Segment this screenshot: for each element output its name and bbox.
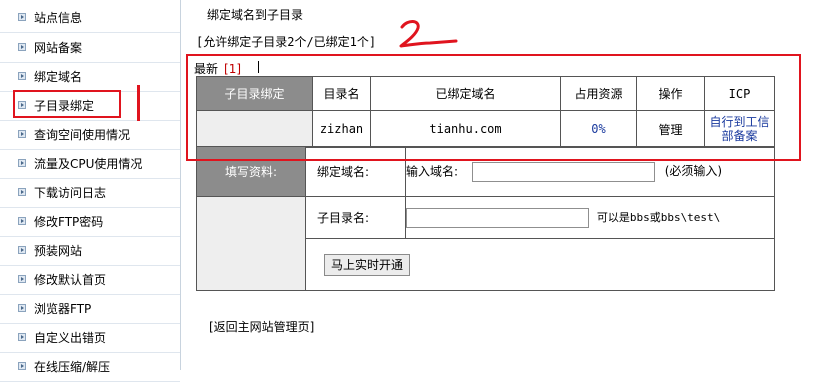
- sidebar-item-online-zip[interactable]: 在线压缩/解压: [0, 352, 180, 382]
- bullet-icon: [18, 130, 26, 138]
- domain-hint: (必须输入): [664, 164, 723, 178]
- domain-input[interactable]: [471, 161, 655, 182]
- red-highlight-box: [186, 54, 801, 161]
- form-left-empty: [196, 196, 306, 291]
- sidebar-item-label: 流量及CPU使用情况: [34, 157, 143, 171]
- bullet-icon: [18, 304, 26, 312]
- subdir-label: 子目录名:: [305, 196, 406, 239]
- sidebar-item-site-info[interactable]: 站点信息: [0, 3, 180, 33]
- sidebar-item-label: 预装网站: [34, 244, 83, 258]
- sidebar: 站点信息 网站备案 绑定域名 子目录绑定 查询空间使用情况 流量及CPU使用情况…: [0, 0, 181, 382]
- sidebar-item-label: 网站备案: [34, 41, 83, 55]
- form-row-subdir: 子目录名: 可以是bbs或bbs\test\: [196, 196, 775, 291]
- page-title: 绑定域名到子目录: [207, 8, 304, 22]
- sidebar-item-browser-ftp[interactable]: 浏览器FTP: [0, 294, 180, 324]
- subdir-input-cell: 可以是bbs或bbs\test\: [405, 196, 775, 239]
- sidebar-item-preinstall-site[interactable]: 预装网站: [0, 236, 180, 266]
- red-marker-line: [137, 85, 140, 121]
- bullet-icon: [18, 333, 26, 341]
- sidebar-item-label: 查询空间使用情况: [34, 128, 131, 142]
- bullet-icon: [18, 159, 26, 167]
- sidebar-item-label: 绑定域名: [34, 70, 83, 84]
- bullet-icon: [18, 275, 26, 283]
- domain-input-label: 输入域名:: [406, 164, 459, 178]
- sidebar-item-space-usage[interactable]: 查询空间使用情况: [0, 120, 180, 150]
- sidebar-item-ftp-password[interactable]: 修改FTP密码: [0, 207, 180, 237]
- sidebar-item-label: 修改默认首页: [34, 273, 107, 287]
- sidebar-item-label: 站点信息: [34, 11, 83, 25]
- sidebar-item-custom-error-page[interactable]: 自定义出错页: [0, 323, 180, 353]
- sidebar-item-label: 下载访问日志: [34, 186, 107, 200]
- sidebar-item-site-filing[interactable]: 网站备案: [0, 33, 180, 63]
- sidebar-item-bind-domain[interactable]: 绑定域名: [0, 62, 180, 92]
- sidebar-item-default-homepage[interactable]: 修改默认首页: [0, 265, 180, 295]
- sidebar-item-download-logs[interactable]: 下载访问日志: [0, 178, 180, 208]
- bullet-icon: [18, 72, 26, 80]
- binding-quota-text: [允许绑定子目录2个/已绑定1个]: [196, 35, 377, 49]
- subdir-hint: 可以是bbs或bbs\test\: [596, 211, 721, 224]
- bullet-icon: [18, 246, 26, 254]
- sidebar-item-label: 修改FTP密码: [34, 215, 104, 229]
- sidebar-item-traffic-cpu[interactable]: 流量及CPU使用情况: [0, 149, 180, 179]
- sidebar-item-label: 浏览器FTP: [34, 302, 92, 316]
- submit-button[interactable]: 马上实时开通: [324, 253, 411, 276]
- subdir-input[interactable]: [406, 207, 589, 228]
- sidebar-item-label: 自定义出错页: [34, 331, 107, 345]
- bullet-icon: [18, 362, 26, 370]
- sidebar-item-label: 在线压缩/解压: [34, 360, 111, 374]
- bullet-icon: [18, 217, 26, 225]
- red-highlight-box: [13, 90, 121, 118]
- red-handwritten-mark: [399, 20, 458, 48]
- submit-cell: 马上实时开通: [305, 238, 775, 291]
- binding-form: 填写资料: 绑定域名: 输入域名: (必须输入) 子目录名: 可以是bbs或bb…: [196, 146, 775, 291]
- bullet-icon: [18, 43, 26, 51]
- bullet-icon: [18, 13, 26, 21]
- back-to-main-link[interactable]: [返回主网站管理页]: [209, 318, 314, 335]
- bullet-icon: [18, 188, 26, 196]
